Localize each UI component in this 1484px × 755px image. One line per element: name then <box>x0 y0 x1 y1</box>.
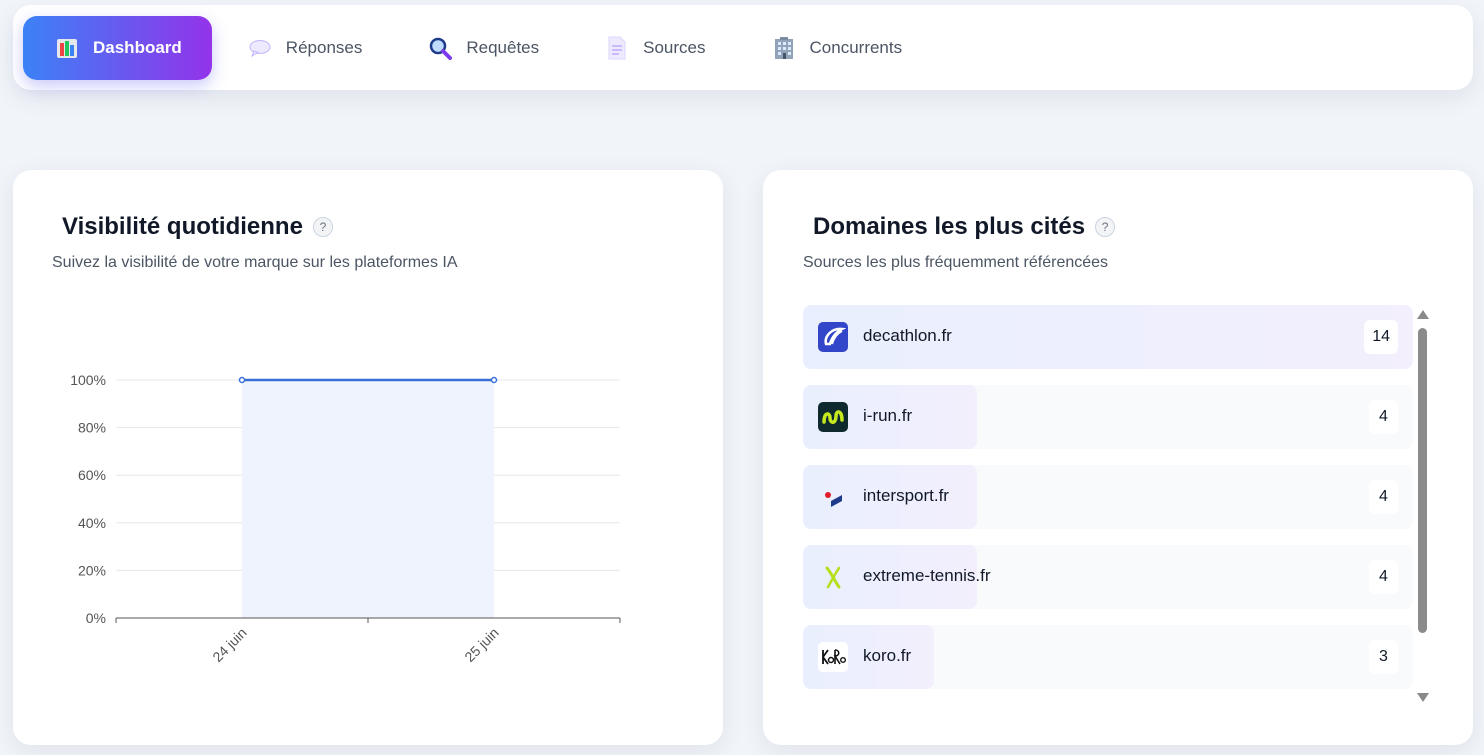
domain-name: koro.fr <box>863 646 912 665</box>
domain-row[interactable]: intersport.fr 4 <box>803 465 1413 529</box>
domains-title: Domaines les plus cités ? <box>813 213 1116 241</box>
tab-concurrents[interactable]: Concurrents <box>740 16 933 80</box>
document-icon <box>605 36 629 60</box>
tab-sources[interactable]: Sources <box>573 16 735 80</box>
intersport-logo-icon <box>818 482 848 512</box>
tab-dashboard[interactable]: Dashboard <box>23 15 212 80</box>
i-run-logo-icon <box>818 402 848 432</box>
domains-card: Domaines les plus cités ? Sources les pl… <box>763 170 1473 745</box>
domains-subtitle: Sources les plus fréquemment référencées <box>803 254 1109 271</box>
y-tick-label: 60% <box>78 467 106 483</box>
domains-scrollbar[interactable] <box>1415 310 1429 702</box>
extreme-tennis-logo-icon <box>818 562 848 592</box>
domain-row[interactable]: decathlon.fr 14 <box>803 305 1413 369</box>
bar-chart-icon <box>55 36 79 60</box>
domain-name: i-run.fr <box>863 406 913 425</box>
scroll-up-arrow-icon[interactable] <box>1417 310 1429 319</box>
data-point <box>490 376 498 384</box>
domain-row[interactable]: koro.fr 3 <box>803 625 1413 689</box>
domain-count: 4 <box>1369 560 1398 594</box>
tab-reponses-label: Réponses <box>285 37 363 57</box>
tab-concurrents-label: Concurrents <box>809 37 903 57</box>
domain-name: intersport.fr <box>863 486 949 505</box>
tab-reponses[interactable]: Réponses <box>216 16 393 80</box>
domain-name: decathlon.fr <box>863 326 952 345</box>
tab-sources-label: Sources <box>643 37 706 57</box>
domain-count: 4 <box>1369 480 1398 514</box>
visibility-card: Visibilité quotidienne ? Suivez la visib… <box>13 170 723 745</box>
domain-name: extreme-tennis.fr <box>863 566 991 585</box>
domain-row[interactable]: extreme-tennis.fr 4 <box>803 545 1413 609</box>
domain-count: 3 <box>1369 640 1398 674</box>
top-navigation: Dashboard Réponses Requêtes Sources Conc… <box>13 5 1473 90</box>
scroll-down-arrow-icon[interactable] <box>1417 693 1429 702</box>
domain-count: 14 <box>1364 320 1398 354</box>
tab-requetes-label: Requêtes <box>466 37 540 57</box>
magnifier-icon <box>428 36 453 60</box>
domains-list: decathlon.fr 14 i-run.fr 4 intersport.fr… <box>803 305 1413 705</box>
speech-bubble-icon <box>248 36 272 60</box>
domain-row[interactable]: i-run.fr 4 <box>803 385 1413 449</box>
visibility-chart: 0% 20% 40% 60% 80% 100% 24 juin 25 juin <box>70 372 621 665</box>
y-tick-label: 20% <box>78 562 106 578</box>
help-icon[interactable]: ? <box>1095 217 1116 237</box>
x-tick-label: 24 juin <box>209 624 249 664</box>
data-point <box>238 376 246 384</box>
domain-count: 4 <box>1369 400 1398 434</box>
building-icon <box>772 36 796 60</box>
x-tick-label: 25 juin <box>461 624 501 664</box>
domains-title-text: Domaines les plus cités <box>813 213 1086 240</box>
y-tick-label: 80% <box>78 420 106 436</box>
koro-logo-icon <box>818 642 848 672</box>
decathlon-logo-icon <box>818 322 848 352</box>
y-tick-label: 100% <box>70 372 106 388</box>
y-tick-label: 0% <box>86 610 106 626</box>
tab-requetes[interactable]: Requêtes <box>396 16 569 80</box>
tab-dashboard-label: Dashboard <box>93 37 182 57</box>
y-tick-label: 40% <box>78 515 106 531</box>
scrollbar-thumb[interactable] <box>1418 328 1427 633</box>
series-area <box>242 380 494 618</box>
